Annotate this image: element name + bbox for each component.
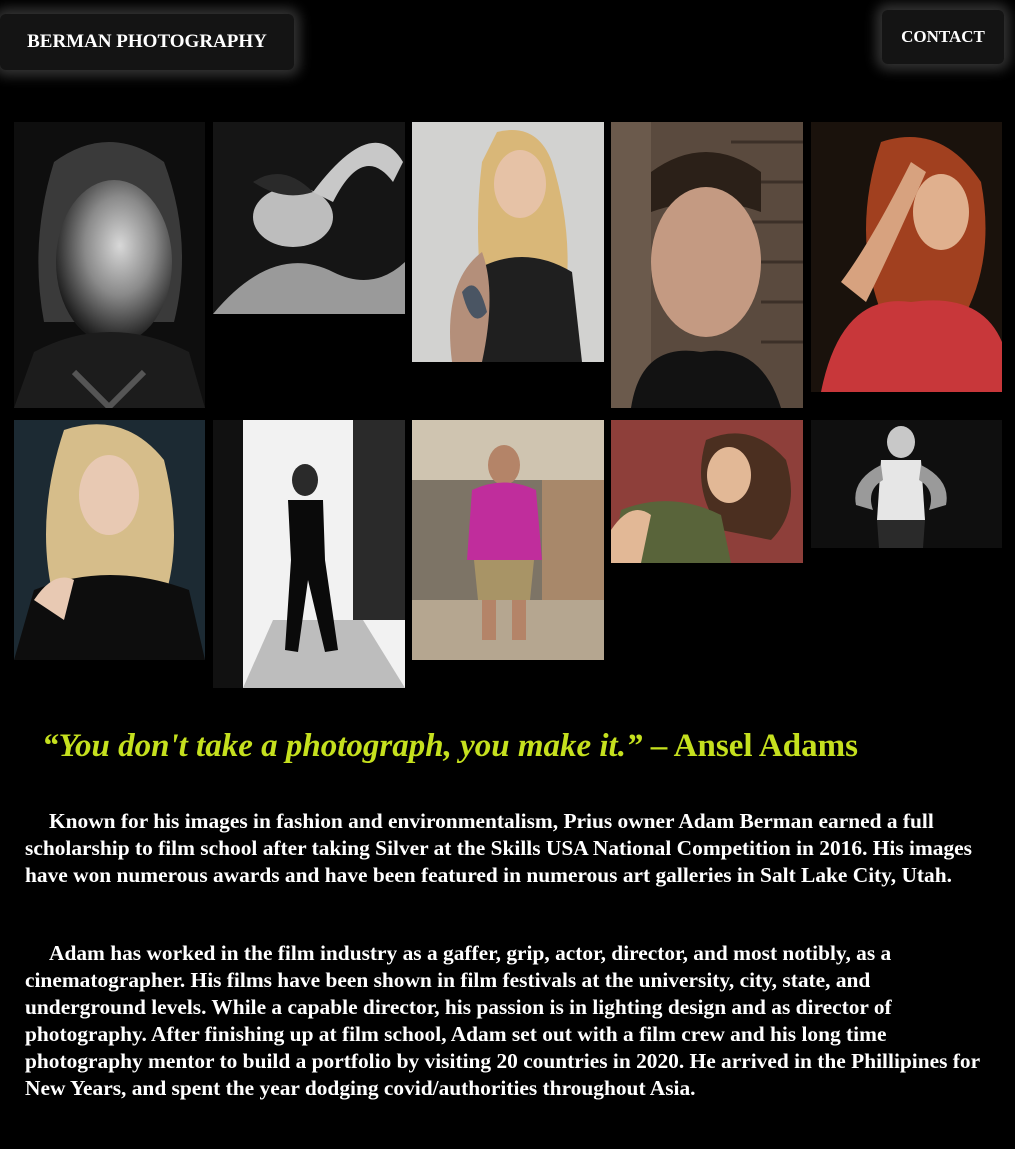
quote-attribution: – Ansel Adams [642, 728, 858, 764]
photo-woman-reclining-bw[interactable] [213, 122, 405, 314]
contact-link[interactable]: CONTACT [882, 10, 1004, 64]
photo-woman-green-top[interactable] [611, 420, 803, 563]
ansel-adams-quote: “You don't take a photograph, you make i… [42, 728, 1002, 765]
photo-woman-hands-hips-bw[interactable] [811, 420, 1002, 548]
photo-redhead-red-top[interactable] [811, 122, 1002, 392]
site-title-link[interactable]: BERMAN PHOTOGRAPHY [0, 14, 294, 70]
photo-blonde-black-dress[interactable] [14, 420, 205, 660]
photo-woman-tattoo-blonde[interactable] [412, 122, 604, 362]
quote-text: “You don't take a photograph, you make i… [42, 728, 643, 764]
bio-paragraph-1: Known for his images in fashion and envi… [25, 809, 972, 887]
photo-woman-hallway-bw[interactable] [213, 420, 405, 688]
bio-paragraph-2: Adam has worked in the film industry as … [25, 941, 980, 1100]
photo-man-runway-pink-shirt[interactable] [412, 420, 604, 660]
photo-woman-ponytail-bw[interactable] [14, 122, 205, 408]
photo-man-brick-wall[interactable] [611, 122, 803, 408]
